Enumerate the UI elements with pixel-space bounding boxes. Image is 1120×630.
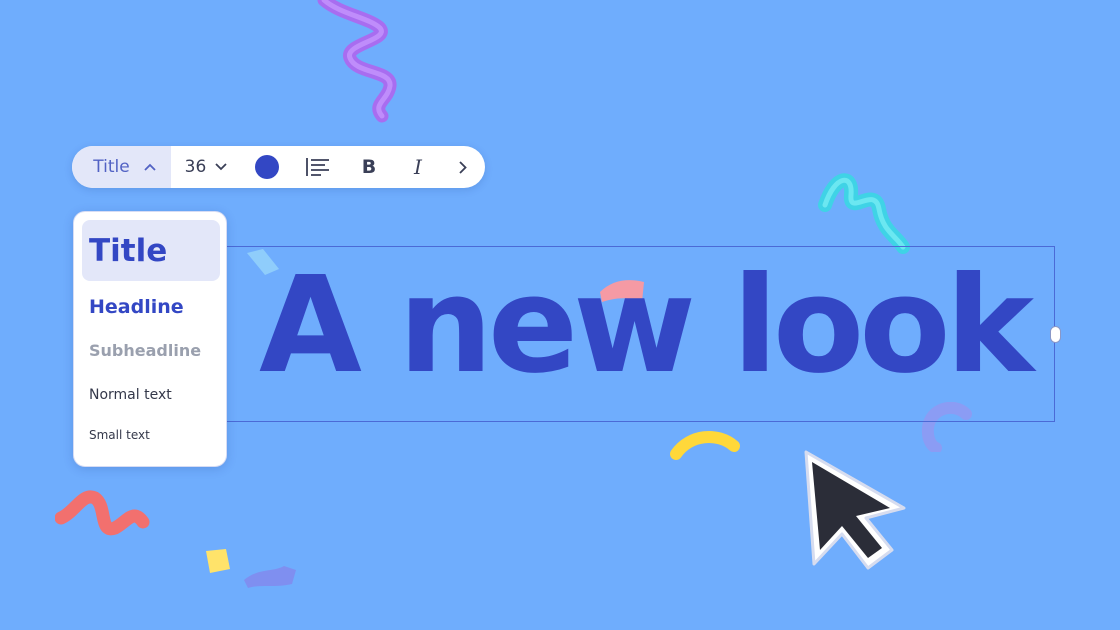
red-ribbon-confetti bbox=[55, 490, 150, 536]
menu-item-headline[interactable]: Headline bbox=[89, 296, 184, 318]
bold-icon: B bbox=[361, 156, 377, 178]
headline-text[interactable]: A new look bbox=[259, 253, 1034, 400]
purple-ribbon-confetti bbox=[317, 0, 397, 123]
text-format-toolbar: Title 36 B I bbox=[72, 146, 485, 188]
italic-icon: I bbox=[414, 155, 422, 179]
font-size-select[interactable]: 36 bbox=[171, 146, 241, 188]
bold-button[interactable]: B bbox=[343, 146, 395, 188]
mouse-pointer-icon bbox=[804, 450, 906, 570]
menu-item-title[interactable]: Title bbox=[82, 220, 220, 281]
menu-item-subheadline[interactable]: Subheadline bbox=[89, 341, 201, 360]
resize-handle[interactable] bbox=[1050, 326, 1061, 343]
color-swatch bbox=[255, 155, 279, 179]
teal-ribbon-confetti bbox=[818, 173, 910, 254]
text-color-button[interactable] bbox=[241, 146, 293, 188]
text-style-label: Title bbox=[93, 157, 130, 177]
menu-item-small-text[interactable]: Small text bbox=[89, 428, 150, 442]
chevron-up-icon bbox=[144, 163, 156, 171]
more-options-button[interactable] bbox=[441, 146, 485, 188]
align-left-icon bbox=[306, 158, 329, 176]
chevron-right-icon bbox=[459, 160, 467, 174]
italic-button[interactable]: I bbox=[395, 146, 441, 188]
menu-item-normal-text[interactable]: Normal text bbox=[89, 387, 172, 403]
yellow-arc-confetti bbox=[670, 431, 740, 460]
yellow-square-confetti bbox=[206, 549, 230, 573]
selected-text-box[interactable]: A new look bbox=[226, 246, 1061, 422]
canvas-stage: A new look Title 36 B I Title Headline S… bbox=[0, 0, 1120, 630]
font-size-value: 36 bbox=[184, 157, 207, 177]
align-button[interactable] bbox=[293, 146, 343, 188]
periwinkle-confetti bbox=[244, 566, 296, 588]
text-style-select[interactable]: Title bbox=[72, 146, 171, 188]
text-style-menu: Title Headline Subheadline Normal text S… bbox=[73, 211, 227, 467]
chevron-down-icon bbox=[215, 163, 227, 171]
